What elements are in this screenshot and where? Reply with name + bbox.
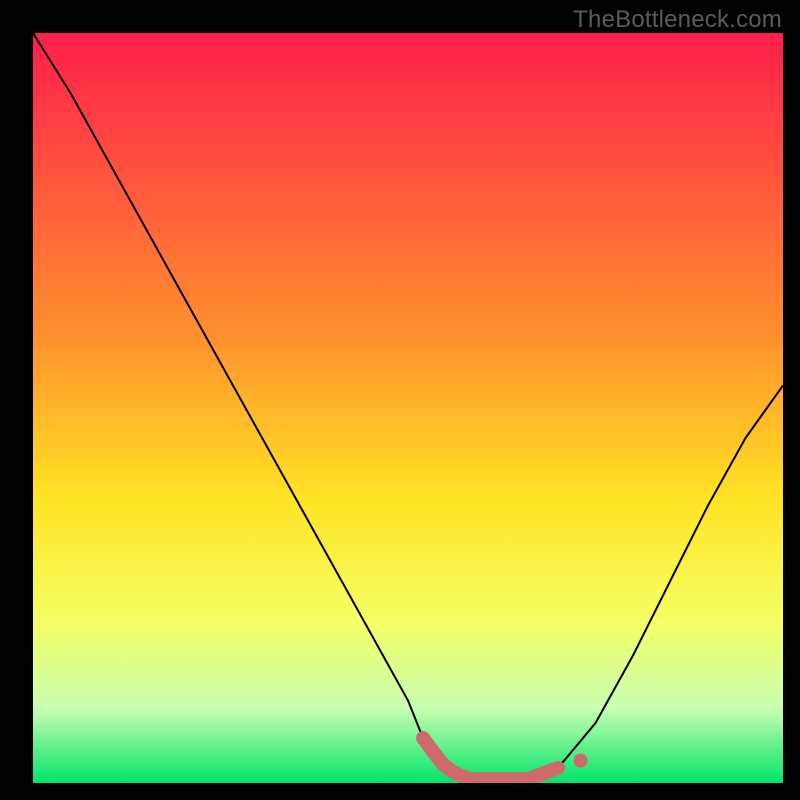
- chart-frame: TheBottleneck.com: [0, 0, 800, 800]
- watermark-text: TheBottleneck.com: [573, 6, 782, 34]
- bottleneck-chart: [33, 33, 783, 783]
- gradient-background: [33, 33, 783, 783]
